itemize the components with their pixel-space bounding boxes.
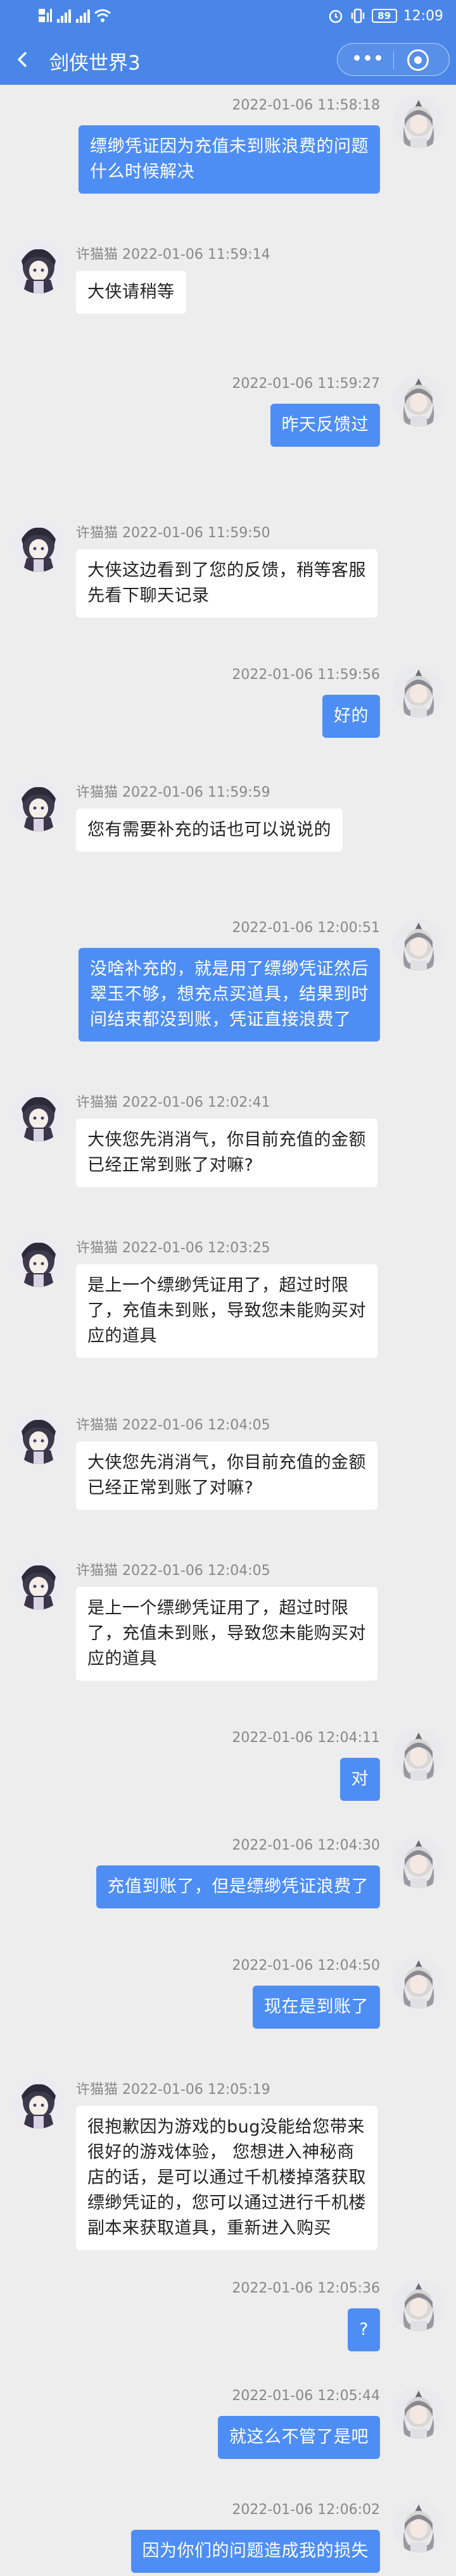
message-meta: 许猫猫 2022-01-06 12:02:41: [76, 1095, 270, 1111]
agent-avatar[interactable]: [13, 1235, 65, 1287]
agent-avatar[interactable]: [13, 1090, 65, 1142]
page-title: 剑侠世界3: [49, 52, 141, 75]
user-avatar[interactable]: [393, 375, 445, 426]
message-bubble[interactable]: ?: [348, 2308, 380, 2351]
message-bubble[interactable]: 没啥补充的，就是用了缥缈凭证然后 翠玉不够，想充点买道具，结果到时 间结束都没到…: [79, 948, 380, 1042]
user-avatar[interactable]: [393, 1957, 445, 2008]
alarm-icon: [329, 9, 342, 23]
capsule-divider: [393, 51, 394, 69]
message-meta: 许猫猫 2022-01-06 11:59:50: [76, 525, 270, 541]
message-meta: 2022-01-06 12:06:02: [232, 2502, 380, 2518]
wifi-icon: [94, 9, 111, 22]
agent-avatar[interactable]: [13, 1412, 65, 1464]
status-bar: 89 12:09: [0, 0, 456, 34]
message-bubble[interactable]: 充值到账了，但是缥缈凭证浪费了: [96, 1865, 380, 1908]
agent-avatar[interactable]: [13, 242, 65, 294]
message-bubble[interactable]: 大侠您先消消气，你目前充值的金额 已经正常到账了对嘛?: [76, 1119, 377, 1187]
message-bubble[interactable]: 很抱歉因为游戏的bug没能给您带来 很好的游戏体验， 您想进入神秘商 店的话，是…: [76, 2106, 377, 2250]
message-meta: 许猫猫 2022-01-06 12:05:19: [76, 2082, 270, 2098]
battery-indicator: 89: [371, 9, 397, 23]
agent-avatar[interactable]: [13, 2077, 65, 2129]
message-bubble[interactable]: 好的: [322, 695, 380, 738]
message-meta: 2022-01-06 12:04:50: [232, 1958, 380, 1974]
hd-signal-icon: [39, 9, 52, 22]
user-avatar[interactable]: [393, 1729, 445, 1781]
message-meta: 2022-01-06 11:58:18: [232, 97, 380, 113]
message-bubble[interactable]: 因为你们的问题造成我的损失: [130, 2530, 380, 2573]
user-avatar[interactable]: [393, 2387, 445, 2439]
user-avatar[interactable]: [393, 96, 445, 148]
user-avatar[interactable]: [393, 666, 445, 718]
agent-avatar[interactable]: [13, 520, 65, 572]
message-bubble[interactable]: 大侠您先消消气，你目前充值的金额 已经正常到账了对嘛?: [76, 1441, 377, 1510]
message-bubble[interactable]: 昨天反馈过: [270, 404, 380, 447]
message-meta: 2022-01-06 12:05:36: [232, 2280, 380, 2296]
message-bubble[interactable]: 现在是到账了: [253, 1986, 380, 2029]
message-meta: 许猫猫 2022-01-06 11:59:59: [76, 785, 270, 800]
chat-list[interactable]: 2022-01-06 11:58:18 缥缈凭证因为充值未到账浪费的问题 什么时候…: [0, 85, 456, 2576]
message-bubble[interactable]: 缥缈凭证因为充值未到账浪费的问题 什么时候解决: [79, 125, 380, 194]
user-avatar[interactable]: [393, 1836, 445, 1888]
message-bubble[interactable]: 您有需要补充的话也可以说说的: [76, 809, 343, 852]
message-meta: 2022-01-06 11:59:56: [232, 667, 380, 683]
vibrate-icon: [351, 8, 364, 23]
message-meta: 许猫猫 2022-01-06 11:59:14: [76, 247, 270, 263]
message-meta: 许猫猫 2022-01-06 12:04:05: [76, 1563, 270, 1579]
user-avatar[interactable]: [393, 2501, 445, 2553]
signal-icon: [76, 9, 90, 23]
user-avatar[interactable]: [393, 2279, 445, 2331]
status-right: 89 12:09: [327, 8, 443, 24]
close-target-icon[interactable]: [407, 49, 429, 71]
message-meta: 2022-01-06 11:59:27: [232, 376, 380, 392]
nav-bar: 剑侠世界3: [0, 34, 456, 85]
agent-avatar[interactable]: [13, 780, 65, 831]
status-left: [38, 8, 111, 24]
message-bubble[interactable]: 对: [339, 1758, 380, 1801]
message-bubble[interactable]: 是上一个缥缈凭证用了，超过时限 了，充值未到账，导致您未能购买对 应的道具: [76, 1264, 377, 1358]
message-meta: 2022-01-06 12:00:51: [232, 920, 380, 936]
message-bubble[interactable]: 是上一个缥缈凭证用了，超过时限 了，充值未到账，导致您未能购买对 应的道具: [76, 1587, 377, 1681]
message-bubble[interactable]: 大侠这边看到了您的反馈，稍等客服 先看下聊天记录: [76, 549, 377, 618]
message-meta: 2022-01-06 12:04:30: [232, 1838, 380, 1853]
clock: 12:09: [403, 8, 443, 24]
message-meta: 许猫猫 2022-01-06 12:04:05: [76, 1417, 270, 1433]
message-bubble[interactable]: 就这么不管了是吧: [218, 2416, 380, 2459]
back-arrow-icon[interactable]: [11, 48, 34, 71]
message-meta: 许猫猫 2022-01-06 12:03:25: [76, 1240, 270, 1256]
message-meta: 2022-01-06 12:04:11: [232, 1730, 380, 1746]
message-meta: 2022-01-06 12:05:44: [232, 2388, 380, 2404]
message-bubble[interactable]: 大侠请稍等: [76, 271, 186, 314]
user-avatar[interactable]: [393, 919, 445, 971]
signal-icon: [57, 9, 71, 23]
more-options-icon[interactable]: [354, 55, 381, 61]
mini-program-capsule: [337, 43, 450, 76]
battery-level: 89: [377, 10, 391, 22]
agent-avatar[interactable]: [13, 1558, 65, 1610]
